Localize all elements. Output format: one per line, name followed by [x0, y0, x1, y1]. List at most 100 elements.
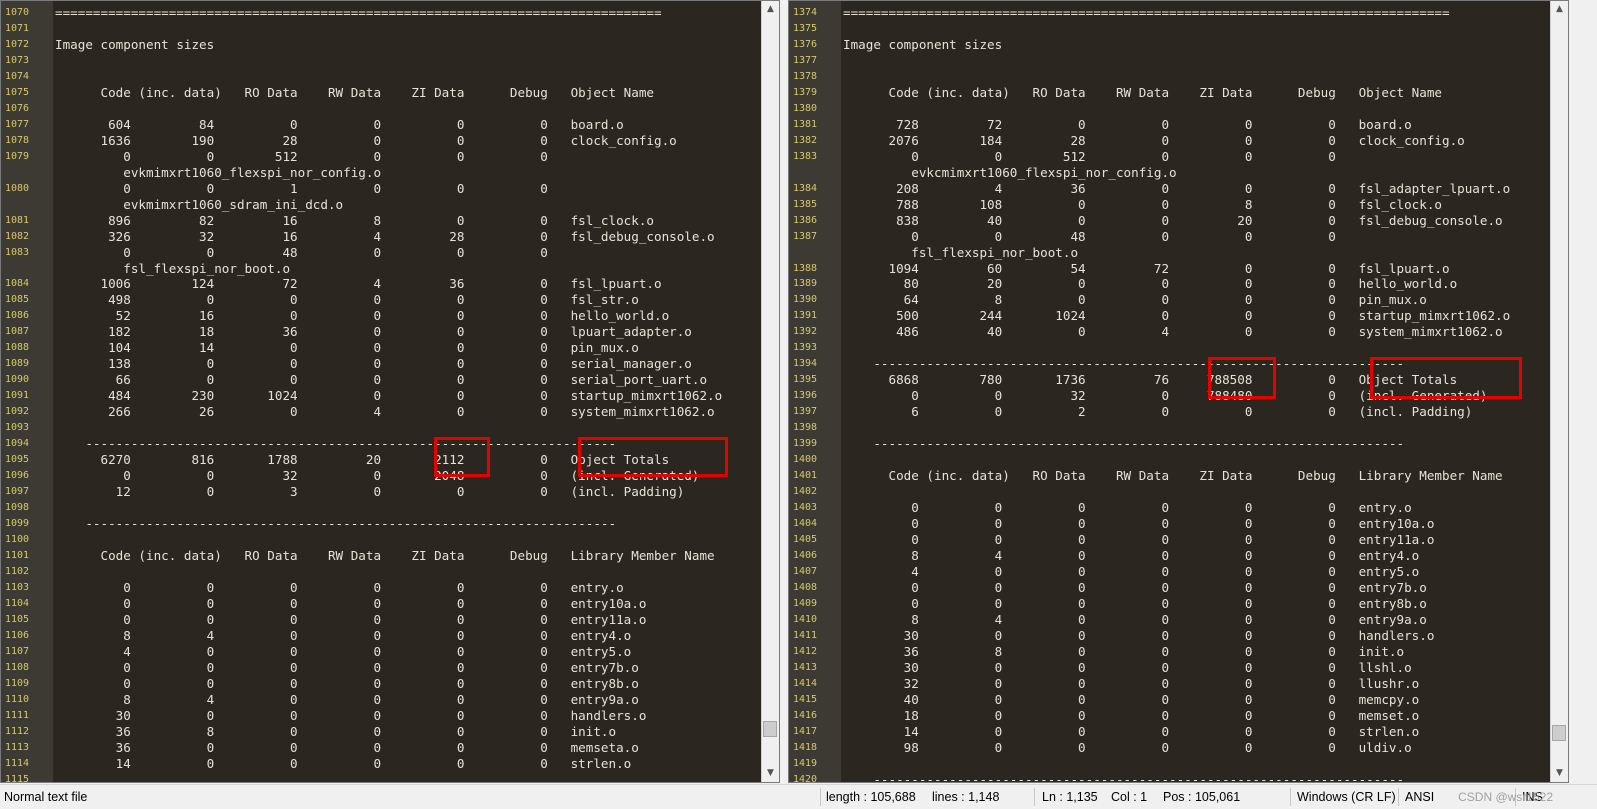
- editor-text-area[interactable]: 1070 ====================================…: [1, 5, 761, 783]
- editor-line[interactable]: 1070 ====================================…: [1, 5, 761, 21]
- editor-line[interactable]: 1413 30 0 0 0 0 0 llshl.o: [789, 660, 1550, 676]
- editor-line[interactable]: evkcmimxrt1060_flexspi_nor_config.o: [789, 165, 1550, 181]
- editor-line[interactable]: 1112 36 8 0 0 0 0 init.o: [1, 724, 761, 740]
- editor-line[interactable]: 1104 0 0 0 0 0 0 entry10a.o: [1, 596, 761, 612]
- editor-line[interactable]: 1084 1006 124 72 4 36 0 fsl_lpuart.o: [1, 276, 761, 292]
- editor-line[interactable]: 1097 12 0 3 0 0 0 (incl. Padding): [1, 484, 761, 500]
- editor-line[interactable]: evkmimxrt1060_sdram_ini_dcd.o: [1, 197, 761, 213]
- editor-line[interactable]: 1103 0 0 0 0 0 0 entry.o: [1, 580, 761, 596]
- editor-line[interactable]: 1081 896 82 16 8 0 0 fsl_clock.o: [1, 213, 761, 229]
- editor-line[interactable]: 1420 -----------------------------------…: [789, 772, 1550, 783]
- editor-line[interactable]: 1071: [1, 21, 761, 37]
- editor-line[interactable]: 1090 66 0 0 0 0 0 serial_port_uart.o: [1, 372, 761, 388]
- editor-line[interactable]: 1374 ====================================…: [789, 5, 1550, 21]
- editor-line[interactable]: 1082 326 32 16 4 28 0 fsl_debug_console.…: [1, 229, 761, 245]
- editor-line[interactable]: 1078 1636 190 28 0 0 0 clock_config.o: [1, 133, 761, 149]
- scroll-up-arrow-icon[interactable]: ▲: [762, 1, 779, 18]
- editor-line[interactable]: 1098: [1, 500, 761, 516]
- editor-line[interactable]: 1378: [789, 69, 1550, 85]
- vertical-scrollbar[interactable]: ▲ ▼: [1550, 1, 1568, 782]
- editor-line[interactable]: 1102: [1, 564, 761, 580]
- editor-line[interactable]: 1091 484 230 1024 0 0 0 startup_mimxrt10…: [1, 388, 761, 404]
- editor-line[interactable]: 1099 -----------------------------------…: [1, 516, 761, 532]
- scroll-down-arrow-icon[interactable]: ▼: [762, 765, 779, 782]
- scrollbar-thumb[interactable]: [763, 721, 777, 737]
- editor-line[interactable]: 1408 0 0 0 0 0 0 entry7b.o: [789, 580, 1550, 596]
- editor-line[interactable]: 1385 788 108 0 0 8 0 fsl_clock.o: [789, 197, 1550, 213]
- editor-line[interactable]: 1075 Code (inc. data) RO Data RW Data ZI…: [1, 85, 761, 101]
- editor-line[interactable]: 1101 Code (inc. data) RO Data RW Data ZI…: [1, 548, 761, 564]
- editor-line[interactable]: 1418 98 0 0 0 0 0 uldiv.o: [789, 740, 1550, 756]
- scrollbar-thumb[interactable]: [1552, 725, 1566, 741]
- vertical-scrollbar[interactable]: ▲ ▼: [761, 1, 779, 782]
- editor-line[interactable]: evkmimxrt1060_flexspi_nor_config.o: [1, 165, 761, 181]
- editor-line[interactable]: 1077 604 84 0 0 0 0 board.o: [1, 117, 761, 133]
- editor-line[interactable]: 1093: [1, 420, 761, 436]
- editor-line[interactable]: 1089 138 0 0 0 0 0 serial_manager.o: [1, 356, 761, 372]
- editor-line[interactable]: 1109 0 0 0 0 0 0 entry8b.o: [1, 676, 761, 692]
- editor-line[interactable]: 1390 64 8 0 0 0 0 pin_mux.o: [789, 292, 1550, 308]
- editor-line[interactable]: 1076: [1, 101, 761, 117]
- editor-line[interactable]: 1114 14 0 0 0 0 0 strlen.o: [1, 756, 761, 772]
- editor-line[interactable]: 1411 30 0 0 0 0 0 handlers.o: [789, 628, 1550, 644]
- editor-line[interactable]: 1111 30 0 0 0 0 0 handlers.o: [1, 708, 761, 724]
- editor-line[interactable]: 1409 0 0 0 0 0 0 entry8b.o: [789, 596, 1550, 612]
- editor-line[interactable]: 1381 728 72 0 0 0 0 board.o: [789, 117, 1550, 133]
- editor-line[interactable]: 1386 838 40 0 0 20 0 fsl_debug_console.o: [789, 213, 1550, 229]
- editor-line[interactable]: 1392 486 40 0 4 0 0 system_mimxrt1062.o: [789, 324, 1550, 340]
- editor-line[interactable]: 1380: [789, 101, 1550, 117]
- editor-line[interactable]: 1412 36 8 0 0 0 0 init.o: [789, 644, 1550, 660]
- editor-line[interactable]: 1115: [1, 772, 761, 783]
- editor-line[interactable]: 1404 0 0 0 0 0 0 entry10a.o: [789, 516, 1550, 532]
- editor-line[interactable]: 1402: [789, 484, 1550, 500]
- editor-line[interactable]: 1403 0 0 0 0 0 0 entry.o: [789, 500, 1550, 516]
- editor-line[interactable]: 1415 40 0 0 0 0 0 memcpy.o: [789, 692, 1550, 708]
- editor-line[interactable]: 1405 0 0 0 0 0 0 entry11a.o: [789, 532, 1550, 548]
- editor-line[interactable]: 1387 0 0 48 0 0 0: [789, 229, 1550, 245]
- editor-line[interactable]: 1393: [789, 340, 1550, 356]
- editor-line[interactable]: 1107 4 0 0 0 0 0 entry5.o: [1, 644, 761, 660]
- editor-line[interactable]: 1085 498 0 0 0 0 0 fsl_str.o: [1, 292, 761, 308]
- editor-line[interactable]: 1113 36 0 0 0 0 0 memseta.o: [1, 740, 761, 756]
- editor-line[interactable]: 1083 0 0 48 0 0 0: [1, 245, 761, 261]
- editor-line[interactable]: 1108 0 0 0 0 0 0 entry7b.o: [1, 660, 761, 676]
- editor-line[interactable]: 1388 1094 60 54 72 0 0 fsl_lpuart.o: [789, 261, 1550, 277]
- editor-line[interactable]: 1391 500 244 1024 0 0 0 startup_mimxrt10…: [789, 308, 1550, 324]
- editor-line[interactable]: 1384 208 4 36 0 0 0 fsl_adapter_lpuart.o: [789, 181, 1550, 197]
- editor-line[interactable]: 1106 8 4 0 0 0 0 entry4.o: [1, 628, 761, 644]
- editor-line[interactable]: 1079 0 0 512 0 0 0: [1, 149, 761, 165]
- editor-line[interactable]: 1105 0 0 0 0 0 0 entry11a.o: [1, 612, 761, 628]
- editor-line[interactable]: 1401 Code (inc. data) RO Data RW Data ZI…: [789, 468, 1550, 484]
- scroll-up-arrow-icon[interactable]: ▲: [1551, 1, 1568, 18]
- editor-line[interactable]: 1399 -----------------------------------…: [789, 436, 1550, 452]
- editor-line[interactable]: 1074: [1, 69, 761, 85]
- editor-line[interactable]: 1080 0 0 1 0 0 0: [1, 181, 761, 197]
- editor-line[interactable]: 1382 2076 184 28 0 0 0 clock_config.o: [789, 133, 1550, 149]
- editor-line[interactable]: 1073: [1, 53, 761, 69]
- editor-line[interactable]: 1419: [789, 756, 1550, 772]
- editor-line[interactable]: 1376 Image component sizes: [789, 37, 1550, 53]
- editor-line[interactable]: 1092 266 26 0 4 0 0 system_mimxrt1062.o: [1, 404, 761, 420]
- editor-line[interactable]: 1400: [789, 452, 1550, 468]
- editor-line[interactable]: 1377: [789, 53, 1550, 69]
- editor-line[interactable]: 1088 104 14 0 0 0 0 pin_mux.o: [1, 340, 761, 356]
- editor-line[interactable]: 1416 18 0 0 0 0 0 memset.o: [789, 708, 1550, 724]
- editor-line[interactable]: 1398: [789, 420, 1550, 436]
- editor-line[interactable]: 1407 4 0 0 0 0 0 entry5.o: [789, 564, 1550, 580]
- editor-line[interactable]: fsl_flexspi_nor_boot.o: [1, 261, 761, 277]
- editor-line[interactable]: 1389 80 20 0 0 0 0 hello_world.o: [789, 276, 1550, 292]
- editor-line[interactable]: 1406 8 4 0 0 0 0 entry4.o: [789, 548, 1550, 564]
- editor-line[interactable]: 1397 6 0 2 0 0 0 (incl. Padding): [789, 404, 1550, 420]
- left-editor-pane[interactable]: 1070 ====================================…: [0, 0, 780, 783]
- editor-line[interactable]: 1383 0 0 512 0 0 0: [789, 149, 1550, 165]
- editor-line[interactable]: 1414 32 0 0 0 0 0 llushr.o: [789, 676, 1550, 692]
- editor-line[interactable]: fsl_flexspi_nor_boot.o: [789, 245, 1550, 261]
- editor-line[interactable]: 1072 Image component sizes: [1, 37, 761, 53]
- editor-line[interactable]: 1417 14 0 0 0 0 0 strlen.o: [789, 724, 1550, 740]
- editor-line[interactable]: 1410 8 4 0 0 0 0 entry9a.o: [789, 612, 1550, 628]
- editor-line[interactable]: 1379 Code (inc. data) RO Data RW Data ZI…: [789, 85, 1550, 101]
- editor-line[interactable]: 1087 182 18 36 0 0 0 lpuart_adapter.o: [1, 324, 761, 340]
- editor-line[interactable]: 1110 8 4 0 0 0 0 entry9a.o: [1, 692, 761, 708]
- scroll-down-arrow-icon[interactable]: ▼: [1551, 765, 1568, 782]
- editor-line[interactable]: 1086 52 16 0 0 0 0 hello_world.o: [1, 308, 761, 324]
